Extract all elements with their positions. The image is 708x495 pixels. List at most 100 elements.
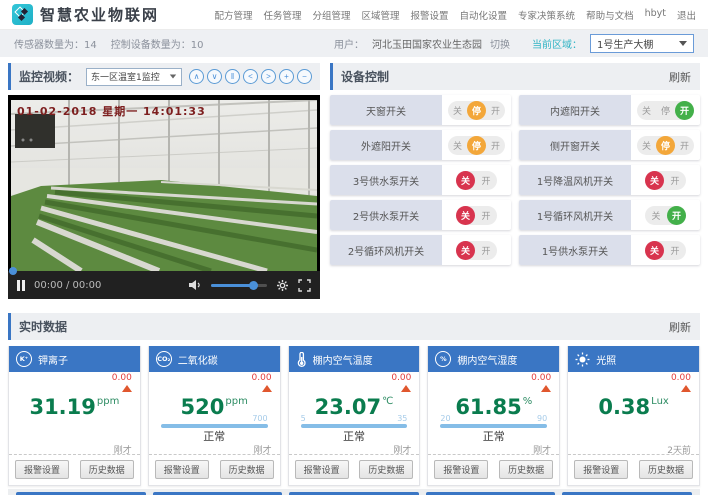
- device-toggle[interactable]: 关停开: [637, 136, 694, 155]
- device-toggle[interactable]: 关停开: [448, 101, 505, 120]
- device-toggle[interactable]: 关停开: [637, 101, 694, 120]
- device-section-title: 设备控制: [341, 68, 389, 85]
- device-toggle[interactable]: 关开: [456, 171, 497, 190]
- history-data-button[interactable]: 历史数据: [359, 460, 413, 479]
- ptz-pause-button[interactable]: ‖: [225, 69, 240, 84]
- nav-item[interactable]: 任务管理: [263, 8, 301, 22]
- ptz-pan-right-button[interactable]: >: [261, 69, 276, 84]
- next-cards-row-peek: [8, 489, 700, 495]
- nav-item[interactable]: 退出: [677, 8, 696, 22]
- ptz-zoom-out-button[interactable]: −: [297, 69, 312, 84]
- alarm-settings-button[interactable]: 报警设置: [574, 460, 628, 479]
- device-toggle[interactable]: 关开: [645, 241, 686, 260]
- device-label: 2号循环风机开关: [330, 235, 442, 265]
- device-label: 1号降温风机开关: [519, 165, 631, 195]
- ptz-pan-left-button[interactable]: <: [243, 69, 258, 84]
- device-label: 3号供水泵开关: [330, 165, 442, 195]
- history-data-button[interactable]: 历史数据: [639, 460, 693, 479]
- caret-down-icon: [170, 75, 176, 79]
- sensor-name: 棚内空气湿度: [457, 352, 517, 367]
- sensor-status: 正常: [428, 430, 559, 443]
- toggle-option[interactable]: 开: [486, 136, 505, 155]
- video-player[interactable]: 01-02-2018 星期一 14:01:33 00:00 / 00:00: [8, 95, 320, 299]
- toggle-option[interactable]: 开: [475, 241, 497, 260]
- fullscreen-icon[interactable]: [298, 279, 311, 292]
- device-toggle[interactable]: 关开: [645, 206, 686, 225]
- toggle-option[interactable]: 开: [675, 101, 694, 120]
- toggle-option[interactable]: 开: [475, 206, 497, 225]
- volume-slider[interactable]: [211, 284, 267, 287]
- nav-item[interactable]: 区域管理: [362, 8, 400, 22]
- sensor-updated-time: 刚才: [289, 443, 420, 454]
- toggle-option[interactable]: 关: [456, 241, 475, 260]
- device-toggle[interactable]: 关开: [456, 206, 497, 225]
- toggle-option[interactable]: 关: [645, 206, 667, 225]
- history-data-button[interactable]: 历史数据: [220, 460, 274, 479]
- toggle-option[interactable]: 停: [467, 136, 486, 155]
- settings-gear-icon[interactable]: [276, 279, 289, 292]
- alarm-threshold-value: 0.00: [391, 374, 411, 383]
- toggle-option[interactable]: 关: [448, 101, 467, 120]
- toggle-option[interactable]: 停: [656, 136, 675, 155]
- device-toggle[interactable]: 关开: [645, 171, 686, 190]
- device-label: 1号供水泵开关: [519, 235, 631, 265]
- top-bar: 智慧农业物联网 配方管理任务管理分组管理区域管理报警设置自动化设置专家决策系统帮…: [0, 0, 708, 30]
- toggle-option[interactable]: 关: [456, 206, 475, 225]
- nav-item[interactable]: 专家决策系统: [518, 8, 575, 22]
- toggle-option[interactable]: 关: [456, 171, 475, 190]
- toggle-option[interactable]: 开: [667, 206, 686, 225]
- range-slider[interactable]: [161, 424, 268, 428]
- toggle-option[interactable]: 停: [656, 101, 675, 120]
- region-select[interactable]: 1号生产大棚: [590, 34, 694, 53]
- sensor-unit: ppm: [225, 396, 247, 407]
- sensor-unit: %: [523, 396, 533, 407]
- realtime-refresh-link[interactable]: 刷新: [669, 319, 691, 335]
- toggle-option[interactable]: 关: [637, 136, 656, 155]
- nav-item[interactable]: 自动化设置: [460, 8, 508, 22]
- history-data-button[interactable]: 历史数据: [499, 460, 553, 479]
- toggle-option[interactable]: 关: [448, 136, 467, 155]
- nav-item[interactable]: 报警设置: [411, 8, 449, 22]
- device-row: 3号供水泵开关关开: [330, 165, 511, 195]
- nav-item[interactable]: 分组管理: [312, 8, 350, 22]
- toggle-option[interactable]: 停: [467, 101, 486, 120]
- device-row: 外遮阳开关关停开: [330, 130, 511, 160]
- ptz-zoom-in-button[interactable]: +: [279, 69, 294, 84]
- alarm-settings-button[interactable]: 报警设置: [155, 460, 209, 479]
- toggle-option[interactable]: 关: [637, 101, 656, 120]
- device-label: 内遮阳开关: [519, 95, 631, 125]
- brand-title: 智慧农业物联网: [40, 4, 159, 25]
- toggle-option[interactable]: 开: [664, 171, 686, 190]
- range-slider[interactable]: [301, 424, 408, 428]
- video-progress-handle[interactable]: [9, 267, 17, 275]
- history-data-button[interactable]: 历史数据: [80, 460, 134, 479]
- toggle-option[interactable]: 开: [486, 101, 505, 120]
- device-refresh-link[interactable]: 刷新: [669, 69, 691, 85]
- toggle-option[interactable]: 开: [664, 241, 686, 260]
- nav-item[interactable]: hbyt: [645, 8, 666, 22]
- toggle-option[interactable]: 关: [645, 241, 664, 260]
- ptz-pan-up-button[interactable]: ∧: [189, 69, 204, 84]
- sensor-count: 传感器数量为：14: [14, 36, 97, 51]
- nav-item[interactable]: 帮助与文档: [586, 8, 634, 22]
- alarm-settings-button[interactable]: 报警设置: [15, 460, 69, 479]
- device-toggle[interactable]: 关停开: [448, 136, 505, 155]
- switch-user-link[interactable]: 切换: [490, 36, 510, 51]
- device-row: 2号循环风机开关关开: [330, 235, 511, 265]
- toggle-option[interactable]: 开: [475, 171, 497, 190]
- alarm-settings-button[interactable]: 报警设置: [295, 460, 349, 479]
- nav-item[interactable]: 配方管理: [214, 8, 252, 22]
- realtime-section-bar: 实时数据 刷新: [8, 313, 700, 340]
- toggle-option[interactable]: 关: [645, 171, 664, 190]
- volume-icon[interactable]: [188, 279, 202, 291]
- sensor-cards: K⁺钾离子0.0031.19ppm刚才报警设置历史数据CO₂二氧化碳0.0052…: [8, 346, 700, 486]
- toggle-option[interactable]: 开: [675, 136, 694, 155]
- camera-select[interactable]: 东一区温室1监控: [86, 68, 182, 86]
- device-toggle[interactable]: 关开: [456, 241, 497, 260]
- alarm-settings-button[interactable]: 报警设置: [434, 460, 488, 479]
- video-pause-button[interactable]: [17, 280, 25, 291]
- range-slider[interactable]: [440, 424, 547, 428]
- ptz-pan-down-button[interactable]: ∨: [207, 69, 222, 84]
- device-grid: 天窗开关关停开内遮阳开关关停开外遮阳开关关停开侧开窗开关关停开3号供水泵开关关开…: [330, 95, 700, 265]
- sensor-updated-time: 刚才: [149, 443, 280, 454]
